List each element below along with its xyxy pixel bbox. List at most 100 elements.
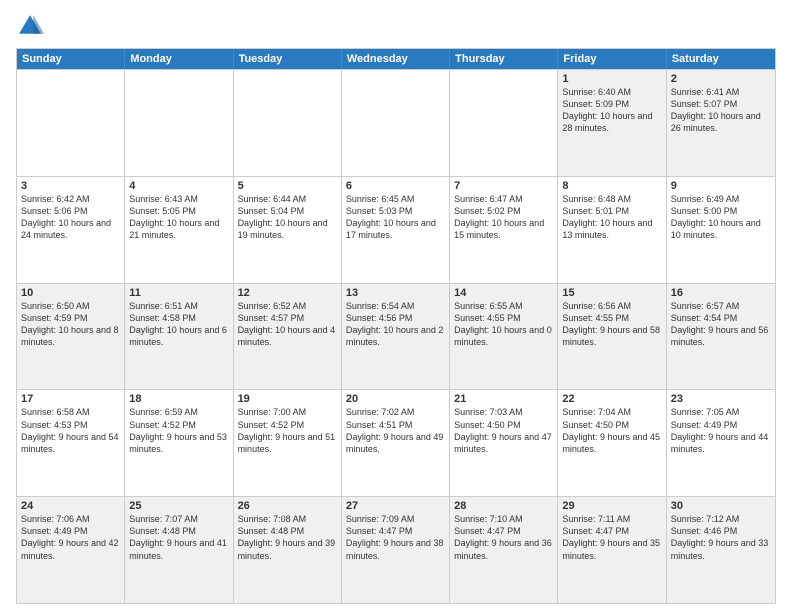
day-info: Sunrise: 6:59 AM Sunset: 4:52 PM Dayligh… [129,406,228,455]
day-cell-12: 12Sunrise: 6:52 AM Sunset: 4:57 PM Dayli… [234,284,342,390]
day-info: Sunrise: 7:07 AM Sunset: 4:48 PM Dayligh… [129,513,228,562]
day-cell-1: 1Sunrise: 6:40 AM Sunset: 5:09 PM Daylig… [558,70,666,176]
logo-icon [16,12,44,40]
day-number: 30 [671,500,771,512]
day-number: 3 [21,180,120,192]
week-row-2: 3Sunrise: 6:42 AM Sunset: 5:06 PM Daylig… [17,176,775,283]
day-number: 21 [454,393,553,405]
header-day-wednesday: Wednesday [342,49,450,69]
day-cell-13: 13Sunrise: 6:54 AM Sunset: 4:56 PM Dayli… [342,284,450,390]
day-cell-9: 9Sunrise: 6:49 AM Sunset: 5:00 PM Daylig… [667,177,775,283]
day-info: Sunrise: 6:56 AM Sunset: 4:55 PM Dayligh… [562,300,661,349]
day-info: Sunrise: 7:02 AM Sunset: 4:51 PM Dayligh… [346,406,445,455]
calendar: SundayMondayTuesdayWednesdayThursdayFrid… [16,48,776,604]
day-cell-15: 15Sunrise: 6:56 AM Sunset: 4:55 PM Dayli… [558,284,666,390]
day-number: 15 [562,287,661,299]
day-info: Sunrise: 6:41 AM Sunset: 5:07 PM Dayligh… [671,86,771,135]
day-number: 24 [21,500,120,512]
calendar-body: 1Sunrise: 6:40 AM Sunset: 5:09 PM Daylig… [17,69,775,603]
week-row-5: 24Sunrise: 7:06 AM Sunset: 4:49 PM Dayli… [17,496,775,603]
day-number: 17 [21,393,120,405]
header-day-sunday: Sunday [17,49,125,69]
header-day-saturday: Saturday [667,49,775,69]
day-number: 10 [21,287,120,299]
day-cell-14: 14Sunrise: 6:55 AM Sunset: 4:55 PM Dayli… [450,284,558,390]
header-day-thursday: Thursday [450,49,558,69]
logo [16,12,48,40]
day-cell-25: 25Sunrise: 7:07 AM Sunset: 4:48 PM Dayli… [125,497,233,603]
day-number: 9 [671,180,771,192]
day-info: Sunrise: 7:12 AM Sunset: 4:46 PM Dayligh… [671,513,771,562]
day-number: 13 [346,287,445,299]
page: SundayMondayTuesdayWednesdayThursdayFrid… [0,0,792,612]
day-info: Sunrise: 6:47 AM Sunset: 5:02 PM Dayligh… [454,193,553,242]
day-number: 29 [562,500,661,512]
day-number: 2 [671,73,771,85]
day-number: 23 [671,393,771,405]
day-info: Sunrise: 7:04 AM Sunset: 4:50 PM Dayligh… [562,406,661,455]
day-number: 18 [129,393,228,405]
day-cell-27: 27Sunrise: 7:09 AM Sunset: 4:47 PM Dayli… [342,497,450,603]
day-cell-28: 28Sunrise: 7:10 AM Sunset: 4:47 PM Dayli… [450,497,558,603]
day-cell-30: 30Sunrise: 7:12 AM Sunset: 4:46 PM Dayli… [667,497,775,603]
day-cell-24: 24Sunrise: 7:06 AM Sunset: 4:49 PM Dayli… [17,497,125,603]
day-number: 4 [129,180,228,192]
day-info: Sunrise: 7:09 AM Sunset: 4:47 PM Dayligh… [346,513,445,562]
day-cell-11: 11Sunrise: 6:51 AM Sunset: 4:58 PM Dayli… [125,284,233,390]
day-info: Sunrise: 6:50 AM Sunset: 4:59 PM Dayligh… [21,300,120,349]
day-info: Sunrise: 6:55 AM Sunset: 4:55 PM Dayligh… [454,300,553,349]
day-info: Sunrise: 6:48 AM Sunset: 5:01 PM Dayligh… [562,193,661,242]
day-cell-22: 22Sunrise: 7:04 AM Sunset: 4:50 PM Dayli… [558,390,666,496]
day-info: Sunrise: 6:52 AM Sunset: 4:57 PM Dayligh… [238,300,337,349]
week-row-3: 10Sunrise: 6:50 AM Sunset: 4:59 PM Dayli… [17,283,775,390]
week-row-4: 17Sunrise: 6:58 AM Sunset: 4:53 PM Dayli… [17,389,775,496]
day-info: Sunrise: 7:08 AM Sunset: 4:48 PM Dayligh… [238,513,337,562]
day-number: 1 [562,73,661,85]
day-cell-16: 16Sunrise: 6:57 AM Sunset: 4:54 PM Dayli… [667,284,775,390]
day-cell-29: 29Sunrise: 7:11 AM Sunset: 4:47 PM Dayli… [558,497,666,603]
day-number: 16 [671,287,771,299]
day-number: 27 [346,500,445,512]
day-cell-17: 17Sunrise: 6:58 AM Sunset: 4:53 PM Dayli… [17,390,125,496]
day-number: 14 [454,287,553,299]
day-info: Sunrise: 7:00 AM Sunset: 4:52 PM Dayligh… [238,406,337,455]
day-info: Sunrise: 6:45 AM Sunset: 5:03 PM Dayligh… [346,193,445,242]
day-info: Sunrise: 6:43 AM Sunset: 5:05 PM Dayligh… [129,193,228,242]
calendar-header: SundayMondayTuesdayWednesdayThursdayFrid… [17,49,775,69]
day-cell-5: 5Sunrise: 6:44 AM Sunset: 5:04 PM Daylig… [234,177,342,283]
day-info: Sunrise: 7:10 AM Sunset: 4:47 PM Dayligh… [454,513,553,562]
day-info: Sunrise: 6:40 AM Sunset: 5:09 PM Dayligh… [562,86,661,135]
day-cell-10: 10Sunrise: 6:50 AM Sunset: 4:59 PM Dayli… [17,284,125,390]
empty-cell [342,70,450,176]
header [16,12,776,40]
day-cell-2: 2Sunrise: 6:41 AM Sunset: 5:07 PM Daylig… [667,70,775,176]
day-number: 11 [129,287,228,299]
week-row-1: 1Sunrise: 6:40 AM Sunset: 5:09 PM Daylig… [17,69,775,176]
header-day-monday: Monday [125,49,233,69]
day-cell-3: 3Sunrise: 6:42 AM Sunset: 5:06 PM Daylig… [17,177,125,283]
day-info: Sunrise: 7:05 AM Sunset: 4:49 PM Dayligh… [671,406,771,455]
day-number: 22 [562,393,661,405]
day-cell-7: 7Sunrise: 6:47 AM Sunset: 5:02 PM Daylig… [450,177,558,283]
header-day-tuesday: Tuesday [234,49,342,69]
day-number: 20 [346,393,445,405]
day-info: Sunrise: 7:06 AM Sunset: 4:49 PM Dayligh… [21,513,120,562]
empty-cell [450,70,558,176]
day-info: Sunrise: 6:54 AM Sunset: 4:56 PM Dayligh… [346,300,445,349]
day-cell-20: 20Sunrise: 7:02 AM Sunset: 4:51 PM Dayli… [342,390,450,496]
day-cell-4: 4Sunrise: 6:43 AM Sunset: 5:05 PM Daylig… [125,177,233,283]
day-number: 28 [454,500,553,512]
day-cell-6: 6Sunrise: 6:45 AM Sunset: 5:03 PM Daylig… [342,177,450,283]
day-number: 5 [238,180,337,192]
day-number: 6 [346,180,445,192]
day-info: Sunrise: 6:49 AM Sunset: 5:00 PM Dayligh… [671,193,771,242]
header-day-friday: Friday [558,49,666,69]
day-cell-18: 18Sunrise: 6:59 AM Sunset: 4:52 PM Dayli… [125,390,233,496]
day-info: Sunrise: 6:42 AM Sunset: 5:06 PM Dayligh… [21,193,120,242]
day-info: Sunrise: 6:57 AM Sunset: 4:54 PM Dayligh… [671,300,771,349]
day-cell-8: 8Sunrise: 6:48 AM Sunset: 5:01 PM Daylig… [558,177,666,283]
day-cell-21: 21Sunrise: 7:03 AM Sunset: 4:50 PM Dayli… [450,390,558,496]
day-cell-23: 23Sunrise: 7:05 AM Sunset: 4:49 PM Dayli… [667,390,775,496]
day-info: Sunrise: 6:51 AM Sunset: 4:58 PM Dayligh… [129,300,228,349]
day-number: 8 [562,180,661,192]
